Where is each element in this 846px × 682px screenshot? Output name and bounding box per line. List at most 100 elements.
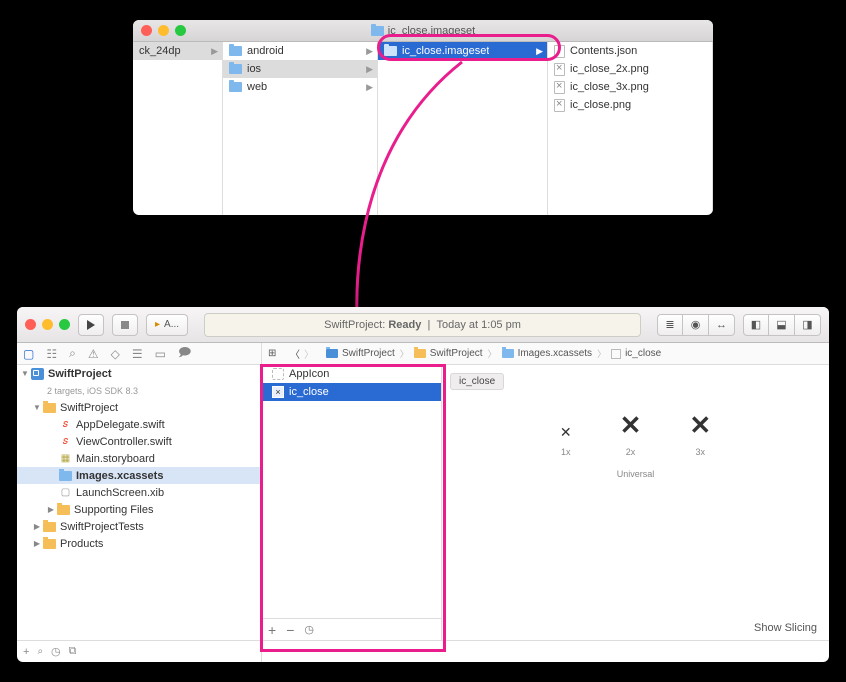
file-row[interactable]: ViewController.swift (17, 433, 261, 450)
finder-column-0[interactable]: ck_24dp ▶ (133, 42, 223, 215)
symbol-navigator-tab[interactable]: ☷ (46, 347, 57, 361)
png-file-icon (554, 63, 565, 76)
scheme-label: A... (164, 319, 179, 330)
project-root[interactable]: ▼ SwiftProject (17, 365, 261, 382)
related-items-icon[interactable]: ⊞ (268, 348, 276, 359)
group-row[interactable]: ▶ Supporting Files (17, 501, 261, 518)
xcode-toolbar: ▸ A... SwiftProject: Ready | Today at 1:… (17, 307, 829, 343)
project-name: SwiftProject (48, 368, 112, 380)
finder-window: ic_close.imageset ck_24dp ▶ android ▶ io… (133, 20, 713, 215)
project-navigator-tab[interactable]: ▢ (23, 347, 34, 361)
debug-navigator-tab[interactable]: ☰ (132, 347, 143, 361)
finder-column-3[interactable]: Contents.json ic_close_2x.png ic_close_3… (548, 42, 713, 215)
forward-button[interactable]: 〉 (304, 346, 314, 361)
group-row[interactable]: ▶ Products (17, 535, 261, 552)
back-button[interactable]: 〈 (290, 346, 300, 361)
editor-mode-segment[interactable]: ≣ ◉ ↔ (657, 314, 735, 336)
toggle-navigator-button[interactable]: ◧ (743, 314, 769, 336)
close-icon: ✕ (689, 410, 711, 441)
asset-row[interactable]: AppIcon (262, 365, 441, 383)
asset-label: AppIcon (289, 368, 329, 380)
toggle-debug-button[interactable]: ⬓ (769, 314, 795, 336)
file-row[interactable]: ic_close_2x.png (548, 60, 712, 78)
chevron-right-icon: ▶ (366, 46, 373, 57)
folder-row[interactable]: web ▶ (223, 78, 377, 96)
chevron-right-icon: ▶ (366, 64, 373, 75)
file-row[interactable]: AppDelegate.swift (17, 416, 261, 433)
panel-toggle-segment[interactable]: ◧ ⬓ ◨ (743, 314, 821, 336)
assistant-editor-button[interactable]: ◉ (683, 314, 709, 336)
finder-column-2[interactable]: ic_close.imageset ▶ (378, 42, 548, 215)
project-navigator[interactable]: ▼ SwiftProject 2 targets, iOS SDK 8.3 ▼ … (17, 365, 262, 662)
navigator-tabs[interactable]: ▢ ☷ ⌕ ⚠ ◇ ☰ ▭ 🗩 (17, 343, 262, 365)
folder-label: android (247, 45, 284, 57)
minimize-window-button[interactable] (158, 25, 169, 36)
filter-asset-button[interactable]: ◷ (304, 623, 314, 636)
stop-button[interactable] (112, 314, 138, 336)
status-state: Ready (388, 319, 421, 331)
finder-column-1[interactable]: android ▶ ios ▶ web ▶ (223, 42, 378, 215)
folder-row[interactable]: ios ▶ (223, 60, 377, 78)
scm-filter-icon[interactable]: ⧉ (69, 645, 77, 658)
asset-label: ic_close (289, 386, 329, 398)
folder-icon (43, 403, 56, 413)
close-icon: ✕ (620, 410, 642, 441)
run-button[interactable] (78, 314, 104, 336)
search-navigator-tab[interactable]: ⌕ (69, 346, 76, 361)
file-row[interactable]: Contents.json (548, 42, 712, 60)
group-row[interactable]: ▼ SwiftProject (17, 399, 261, 416)
folder-icon (414, 349, 426, 358)
version-editor-button[interactable]: ↔ (709, 314, 735, 336)
chevron-right-icon: ▶ (536, 46, 543, 57)
folder-icon (43, 522, 56, 532)
folder-row[interactable]: android ▶ (223, 42, 377, 60)
zoom-window-button[interactable] (59, 319, 70, 330)
folder-row[interactable]: ck_24dp ▶ (133, 42, 222, 60)
add-button[interactable]: + (23, 646, 29, 658)
close-window-button[interactable] (25, 319, 36, 330)
file-row[interactable]: Main.storyboard (17, 450, 261, 467)
file-row-selected[interactable]: Images.xcassets (17, 467, 261, 484)
filter-icon[interactable]: ⌕ (37, 646, 43, 657)
folder-icon (371, 26, 384, 36)
storyboard-file-icon (59, 453, 72, 465)
report-navigator-tab[interactable]: 🗩 (178, 343, 191, 364)
asset-list[interactable]: AppIcon × ic_close + − ◷ (262, 365, 442, 640)
asset-name-crumb[interactable]: ic_close (450, 373, 504, 390)
file-row[interactable]: ic_close.png (548, 96, 712, 114)
image-well-2x[interactable]: ✕ 2x (620, 410, 642, 457)
image-well-3x[interactable]: ✕ 3x (689, 410, 711, 457)
finder-titlebar[interactable]: ic_close.imageset (133, 20, 713, 42)
image-well-1x[interactable]: ✕ 1x (560, 424, 572, 457)
folder-row-selected[interactable]: ic_close.imageset ▶ (378, 42, 547, 60)
file-label: ic_close.png (570, 99, 631, 111)
remove-asset-button[interactable]: − (286, 622, 294, 638)
swift-file-icon (59, 436, 72, 448)
breadcrumb[interactable]: SwiftProject 〉 SwiftProject 〉 Images.xca… (320, 347, 667, 360)
file-label: ic_close_3x.png (570, 81, 649, 93)
standard-editor-button[interactable]: ≣ (657, 314, 683, 336)
test-navigator-tab[interactable]: ◇ (111, 347, 120, 361)
png-file-icon (554, 99, 565, 112)
navigator-filter[interactable]: + ⌕ ◷ ⧉ (17, 640, 261, 662)
group-row[interactable]: ▶ SwiftProjectTests (17, 518, 261, 535)
asset-preview: ic_close ✕ 1x ✕ 2x ✕ 3x (442, 365, 829, 640)
asset-row-selected[interactable]: × ic_close (262, 383, 441, 401)
add-asset-button[interactable]: + (268, 622, 276, 638)
activity-status: SwiftProject: Ready | Today at 1:05 pm (204, 313, 641, 337)
imageset-icon: × (272, 386, 284, 398)
show-slicing-button[interactable]: Show Slicing (754, 622, 817, 634)
file-row[interactable]: ic_close_3x.png (548, 78, 712, 96)
issue-navigator-tab[interactable]: ⚠ (88, 347, 99, 361)
file-label: Contents.json (570, 45, 637, 57)
file-label: ic_close_2x.png (570, 63, 649, 75)
toggle-utilities-button[interactable]: ◨ (795, 314, 821, 336)
file-row[interactable]: LaunchScreen.xib (17, 484, 261, 501)
close-window-button[interactable] (141, 25, 152, 36)
scheme-selector[interactable]: ▸ A... (146, 314, 188, 336)
breakpoint-navigator-tab[interactable]: ▭ (155, 347, 166, 361)
asset-catalog-editor: AppIcon × ic_close + − ◷ ic_close (262, 365, 829, 662)
minimize-window-button[interactable] (42, 319, 53, 330)
zoom-window-button[interactable] (175, 25, 186, 36)
recent-filter-icon[interactable]: ◷ (51, 645, 61, 658)
